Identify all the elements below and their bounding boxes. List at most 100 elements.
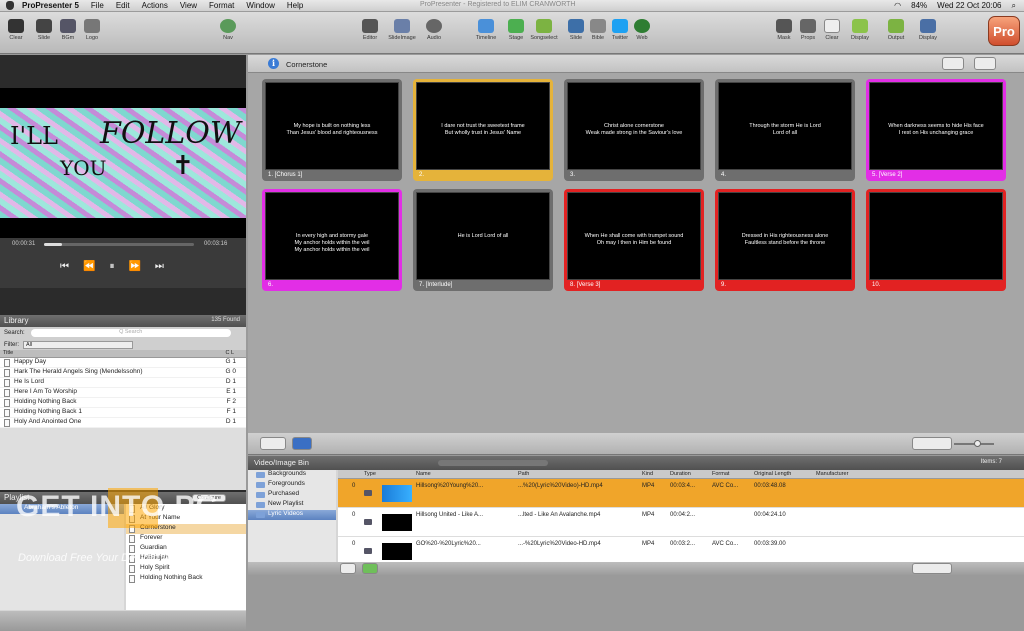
- add-button[interactable]: [260, 437, 286, 450]
- web-button[interactable]: Web: [628, 14, 656, 52]
- slide-thumbnail[interactable]: I dare not trust the sweetest frame But w…: [413, 79, 553, 181]
- slide-label: 3.: [567, 170, 701, 181]
- search-icon[interactable]: ⌕: [1012, 1, 1016, 11]
- playlist-song[interactable]: Hallelujah: [126, 554, 246, 564]
- slide-thumbnail[interactable]: Christ alone cornerstone Weak made strong…: [564, 79, 704, 181]
- list-item[interactable]: He Is Lord D 1: [0, 378, 246, 388]
- nav-button[interactable]: Nav: [214, 14, 242, 52]
- info-icon[interactable]: i: [268, 58, 279, 69]
- skip-forward-icon[interactable]: ⏭: [155, 261, 164, 272]
- apple-menu-icon[interactable]: [6, 1, 14, 10]
- media-view-toggle[interactable]: [912, 563, 952, 574]
- playlist-song[interactable]: Forever: [126, 534, 246, 544]
- slide-thumbnail[interactable]: Through the storm He is Lord Lord of all 4…: [715, 79, 855, 181]
- playlist-song[interactable]: Guardian: [126, 544, 246, 554]
- col-path[interactable]: Path: [518, 471, 529, 477]
- folder-item[interactable]: Purchased: [248, 490, 336, 500]
- playlist-song[interactable]: At Your Name: [126, 514, 246, 524]
- list-item[interactable]: Holding Nothing Back 1F 1: [0, 408, 246, 418]
- clear-output-button[interactable]: Clear: [818, 14, 846, 52]
- slide-thumbnail[interactable]: When He shall come with trumpet sound Oh …: [564, 189, 704, 291]
- folder-item[interactable]: Backgrounds: [248, 470, 336, 480]
- slide-thumbnail[interactable]: 10.: [866, 189, 1006, 291]
- slide-thumbnail[interactable]: Dressed in His righteousness alone Faultl…: [715, 189, 855, 291]
- grid-view-toggle[interactable]: [912, 437, 952, 450]
- slide-screen: He is Lord Lord of all: [416, 192, 550, 280]
- logo-button[interactable]: Logo: [78, 14, 106, 52]
- menu-help[interactable]: Help: [287, 1, 303, 10]
- col-key[interactable]: C L: [225, 350, 234, 356]
- library-header: Library 135 Found: [0, 315, 246, 327]
- configure-button[interactable]: Configure: [192, 494, 226, 502]
- menu-window[interactable]: Window: [246, 1, 274, 10]
- progress-track[interactable]: [44, 243, 194, 246]
- songselect-button[interactable]: Songselect: [530, 14, 558, 52]
- arrangement-button[interactable]: [942, 57, 964, 70]
- display-button[interactable]: Display: [846, 14, 874, 52]
- folder-item[interactable]: Foregrounds: [248, 480, 336, 490]
- folder-item-selected[interactable]: Lyric Videos: [248, 510, 336, 520]
- filter-select[interactable]: All: [23, 340, 133, 349]
- playlist-song-active[interactable]: Cornerstone: [126, 524, 246, 534]
- fast-forward-icon[interactable]: ⏩: [128, 261, 140, 272]
- list-item[interactable]: Happy Day G 1: [0, 358, 246, 368]
- clear-all-button[interactable]: Clear: [2, 14, 30, 52]
- menu-file[interactable]: File: [91, 1, 104, 10]
- wifi-icon[interactable]: ◠: [894, 1, 901, 11]
- display-icon: [852, 19, 868, 33]
- slide-thumbnail[interactable]: In every high and stormy gale My anchor h…: [262, 189, 402, 291]
- skip-back-icon[interactable]: ⏮: [60, 261, 69, 272]
- display-settings-button[interactable]: Display: [914, 14, 942, 52]
- list-item[interactable]: Holy And Anointed One D 1: [0, 418, 246, 428]
- slide-thumbnail[interactable]: When darkness seems to hide His face I re…: [866, 79, 1006, 181]
- battery-percent[interactable]: 84%: [911, 1, 927, 11]
- audio-button[interactable]: Audio: [420, 14, 448, 52]
- playlist-footer: [0, 611, 246, 631]
- col-type[interactable]: Type: [364, 471, 376, 477]
- stage-button[interactable]: Stage: [502, 14, 530, 52]
- document-icon: [4, 409, 10, 417]
- document-icon: [4, 389, 10, 397]
- pause-icon[interactable]: ⏸: [109, 261, 114, 272]
- media-bin-scrollbar[interactable]: [438, 460, 548, 466]
- playlist-song[interactable]: Holy Spirit: [126, 564, 246, 574]
- editor-button[interactable]: Editor: [356, 14, 384, 52]
- col-format[interactable]: Format: [712, 471, 729, 477]
- style-button[interactable]: [292, 437, 312, 450]
- add-media-button[interactable]: [340, 563, 356, 574]
- timeline-button[interactable]: Timeline: [472, 14, 500, 52]
- zoom-slider-knob[interactable]: [974, 440, 981, 447]
- rewind-icon[interactable]: ⏪: [83, 261, 95, 272]
- slide-thumbnail[interactable]: He is Lord Lord of all 7. [Interlude]: [413, 189, 553, 291]
- playlist-songs: All Glory At Your Name Cornerstone Forev…: [126, 504, 246, 610]
- output-button[interactable]: Output: [882, 14, 910, 52]
- folder-item[interactable]: New Playlist: [248, 500, 336, 510]
- menu-view[interactable]: View: [180, 1, 197, 10]
- slide-thumbnail[interactable]: My hope is built on nothing less Than Jes…: [262, 79, 402, 181]
- view-options-button[interactable]: [974, 57, 996, 70]
- playlist-song[interactable]: All Glory: [126, 504, 246, 514]
- col-duration[interactable]: Duration: [670, 471, 691, 477]
- media-action-button[interactable]: [362, 563, 378, 574]
- col-title[interactable]: Title: [3, 350, 13, 356]
- playlist-item-selected[interactable]: Abraham's Ableton: [0, 504, 124, 514]
- document-title: Cornerstone: [286, 60, 328, 69]
- library-search-input[interactable]: Q Search: [30, 329, 231, 337]
- slide-image-button[interactable]: SlideImage: [388, 14, 416, 52]
- list-item[interactable]: Holding Nothing Back F 2: [0, 398, 246, 408]
- menu-edit[interactable]: Edit: [116, 1, 130, 10]
- col-kind[interactable]: Kind: [642, 471, 653, 477]
- menu-format[interactable]: Format: [209, 1, 234, 10]
- menu-app[interactable]: ProPresenter 5: [22, 1, 79, 10]
- zoom-slider[interactable]: [954, 440, 994, 447]
- video-icon: [364, 490, 372, 496]
- table-row[interactable]: 0 Hillsong United - Like A... ...lted - …: [338, 508, 1024, 537]
- col-manufacturer[interactable]: Manufacturer: [816, 471, 848, 477]
- list-item[interactable]: Here I Am To Worship E 1: [0, 388, 246, 398]
- table-row[interactable]: 0 Hillsong%20Young%20... ...%20(Lyric%20…: [338, 479, 1024, 508]
- clock[interactable]: Wed 22 Oct 20:06: [937, 1, 1001, 11]
- menu-actions[interactable]: Actions: [142, 1, 168, 10]
- col-name[interactable]: Name: [416, 471, 431, 477]
- col-length[interactable]: Original Length: [754, 471, 791, 477]
- list-item[interactable]: Hark The Herald Angels Sing (Mendelssohn…: [0, 368, 246, 378]
